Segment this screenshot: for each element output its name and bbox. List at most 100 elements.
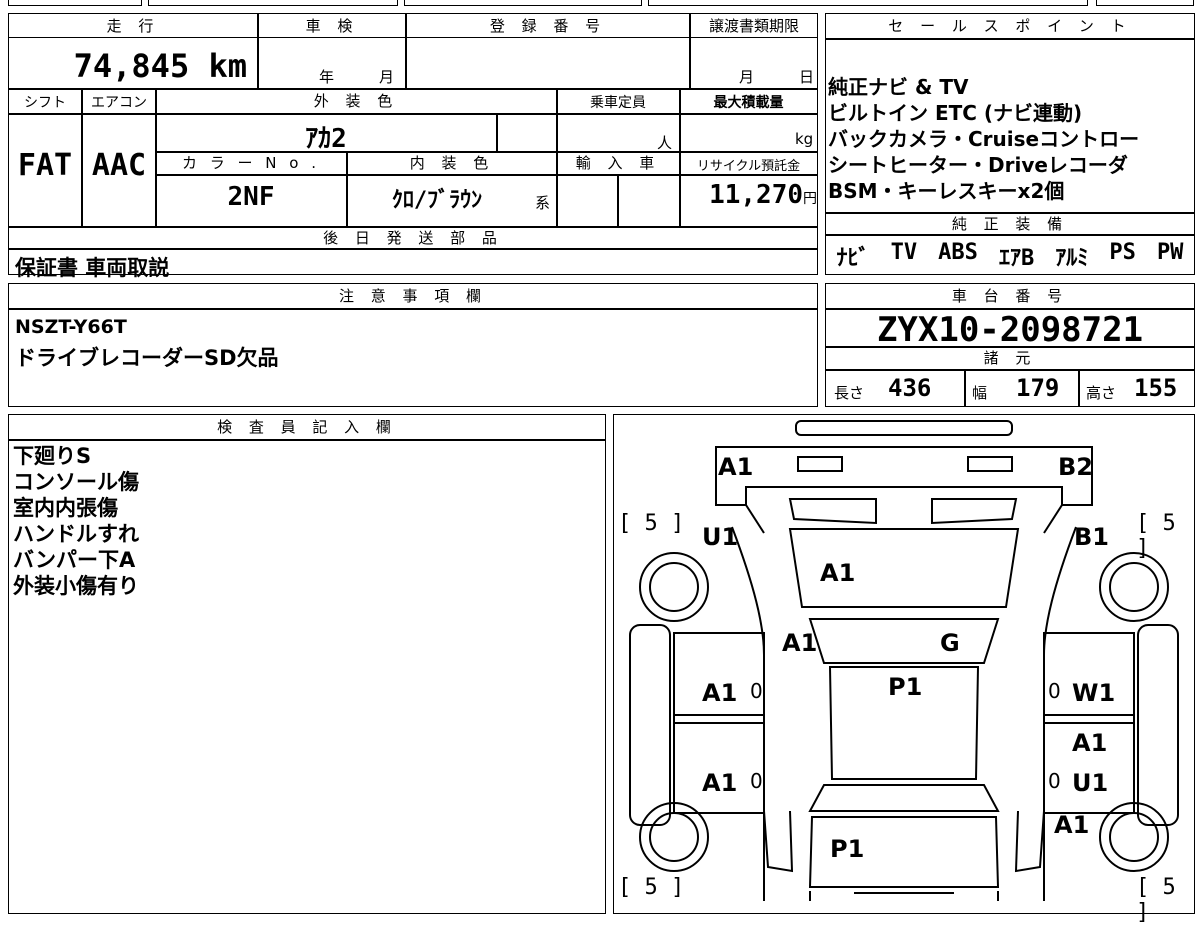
interior-color-suffix: 系 (535, 194, 551, 212)
equip-tv: TV (890, 240, 918, 265)
zero-2: 0 (1048, 679, 1061, 703)
mileage-number: 74,845 (73, 47, 190, 85)
notes-label: 注 意 事 項 欄 (338, 287, 488, 305)
bracket-value: 5 (1162, 511, 1176, 536)
mark-roof: P1 (888, 673, 923, 701)
inspector-label: 検 査 員 記 入 欄 (217, 418, 397, 436)
sales-point-2: ビルトイン ETC (ナビ連動) (828, 101, 1083, 125)
width-label: 幅 (972, 384, 988, 402)
width-value: 179 (1016, 374, 1060, 402)
inspector-note-1: 下廻りS (13, 444, 92, 468)
chassis-label: 車 台 番 号 (951, 287, 1069, 305)
inspector-note-3: 室内内張傷 (13, 496, 118, 520)
car-damage-diagram: [ 5 ] [ 5 ] [ 5 ] [ 5 ] A1 B2 U1 B1 A1 A… (613, 414, 1195, 925)
mark-front-left: A1 (718, 453, 754, 481)
top-cutoff-row (8, 0, 1194, 8)
mark-windshield-left: A1 (782, 629, 818, 657)
registration-label: 登 録 番 号 (489, 17, 607, 35)
mileage-unit: km (208, 47, 247, 85)
genuine-equipment-list: ﾅﾋﾞ TV ABS ｴｱB ｱﾙﾐ PS PW (826, 240, 1194, 272)
mark-left-fender: U1 (702, 523, 739, 551)
mark-left-rear-door: A1 (702, 769, 738, 797)
bracket-value: 5 (1162, 875, 1176, 900)
bracket-front-right: [ 5 ] (1136, 511, 1176, 561)
vehicle-info-table: 走 行 車 検 登 録 番 号 譲渡書類期限 74,845 km 年 月 月 日… (8, 13, 818, 280)
bracket-rear-left: [ 5 ] (618, 875, 685, 900)
recycle-fee-number: 11,270 (709, 180, 803, 210)
sales-points-panel: セ ー ル ス ポ イ ン ト 純正ナビ & TV ビルトイン ETC (ナビ連… (825, 13, 1195, 275)
equip-ps: PS (1109, 240, 1136, 265)
bracket-value: 5 (644, 511, 658, 536)
transfer-month: 月 (739, 68, 755, 86)
mark-hood: A1 (820, 559, 856, 587)
inspection-month: 月 (379, 68, 395, 86)
interior-color-value: ｸﾛ/ﾌﾞﾗｳﾝ (391, 188, 483, 213)
sales-point-3: バックカメラ・Cruiseコントロー (828, 127, 1140, 151)
bracket-rear-right: [ 5 ] (1136, 875, 1176, 925)
mark-trunk: P1 (830, 835, 865, 863)
sales-points-label: セ ー ル ス ポ イ ン ト (888, 17, 1132, 35)
inspector-notes-panel: 検 査 員 記 入 欄 下廻りS コンソール傷 室内内張傷 ハンドルすれ バンパ… (8, 414, 606, 914)
mark-right-fender: B1 (1074, 523, 1109, 551)
height-value: 155 (1134, 374, 1178, 402)
note-line-2: ドライブレコーダーSD欠品 (15, 346, 279, 370)
recycle-fee-unit: 円 (803, 191, 817, 207)
capacity-label: 乗車定員 (590, 95, 646, 111)
transfer-day: 日 (799, 68, 815, 86)
chassis-panel: 車 台 番 号 ZYX10-2098721 諸 元 長さ 436 幅 179 高… (825, 283, 1195, 407)
bracket-front-left: [ 5 ] (618, 511, 685, 536)
car-outline (629, 420, 1179, 901)
exterior-color-value: ｱｶ2 (305, 124, 347, 154)
import-label: 輸 入 車 (575, 154, 661, 172)
equip-pw: PW (1156, 240, 1184, 265)
recycle-fee-value: 11,270円 (680, 180, 817, 210)
bracket-value: 5 (644, 875, 658, 900)
equip-navi: ﾅﾋﾞ (836, 246, 870, 271)
max-load-unit: kg (795, 130, 814, 148)
inspection-label: 車 検 (305, 17, 359, 35)
note-line-1: NSZT-Y66T (15, 316, 127, 338)
later-parts-label: 後 日 発 送 部 品 (323, 229, 503, 247)
mark-left-front-door: A1 (702, 679, 738, 707)
equip-airbag: ｴｱB (998, 246, 1035, 271)
genuine-equipment-label: 純 正 装 備 (951, 215, 1069, 233)
sales-point-4: シートヒーター・Driveレコーダ (828, 153, 1128, 177)
transfer-deadline-label: 譲渡書類期限 (708, 17, 799, 35)
mark-right-rear-quarter: A1 (1054, 811, 1090, 839)
sales-point-5: BSM・キーレスキーx2個 (828, 179, 1065, 203)
notes-panel: 注 意 事 項 欄 NSZT-Y66T ドライブレコーダーSD欠品 (8, 283, 818, 407)
interior-color-label: 内 装 色 (409, 154, 495, 172)
inspection-year: 年 (319, 68, 335, 86)
mileage-label: 走 行 (106, 17, 160, 35)
mark-right-front-door: W1 (1072, 679, 1116, 707)
mark-right-rear-door: U1 (1072, 769, 1109, 797)
aircon-value: AAC (91, 148, 147, 183)
shift-label: シフト (24, 95, 66, 111)
aircon-label: エアコン (91, 95, 147, 111)
recycle-label: リサイクル預託金 (696, 159, 801, 174)
later-parts-value: 保証書 車両取説 (15, 256, 170, 280)
mileage-value: 74,845 km (9, 48, 247, 84)
zero-3: 0 (750, 769, 763, 793)
color-no-label: カ ラ ー N o . (181, 154, 320, 172)
inspector-note-4: ハンドルすれ (13, 522, 139, 546)
mark-right-rear-door-upper: A1 (1072, 729, 1108, 757)
height-label: 高さ (1086, 384, 1117, 402)
inspector-note-5: バンパー下A (13, 548, 136, 572)
equip-alloy: ｱﾙﾐ (1055, 246, 1089, 271)
sales-point-1: 純正ナビ & TV (828, 75, 969, 99)
mark-windshield-right: G (940, 629, 960, 657)
mark-front-right: B2 (1058, 453, 1093, 481)
length-value: 436 (888, 374, 932, 402)
specs-label: 諸 元 (983, 349, 1037, 367)
chassis-number: ZYX10-2098721 (876, 310, 1144, 350)
shift-value: FAT (17, 148, 73, 183)
zero-4: 0 (1048, 769, 1061, 793)
zero-1: 0 (750, 679, 763, 703)
inspector-note-6: 外装小傷有り (13, 574, 139, 598)
inspector-note-2: コンソール傷 (13, 470, 139, 494)
color-no-value: 2NF (227, 182, 275, 212)
length-label: 長さ (834, 384, 865, 402)
exterior-color-label: 外 装 色 (313, 92, 399, 110)
capacity-unit: 人 (657, 134, 673, 152)
